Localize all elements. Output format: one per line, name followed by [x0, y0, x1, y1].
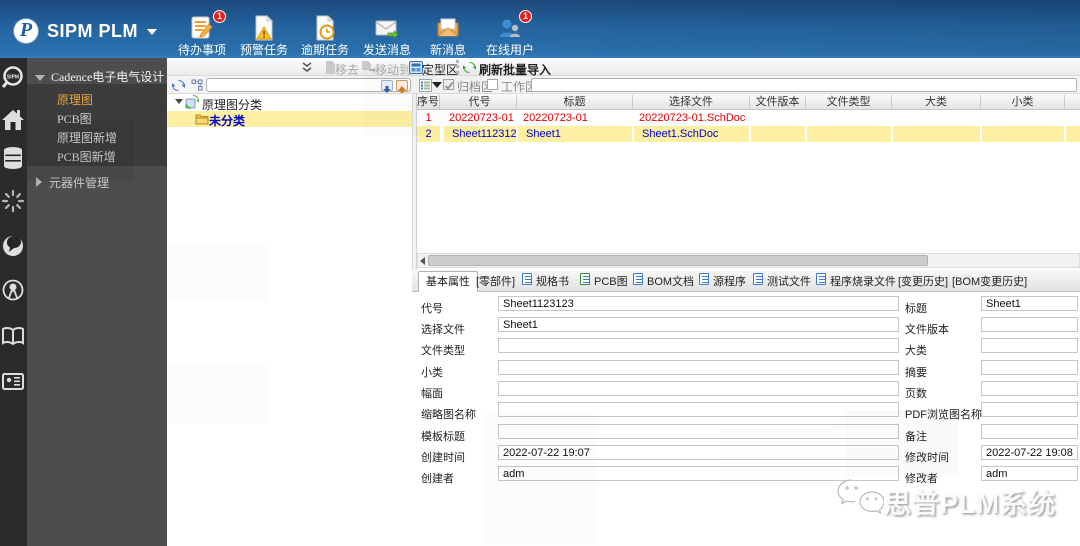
svg-text:SIPM: SIPM: [7, 75, 19, 81]
